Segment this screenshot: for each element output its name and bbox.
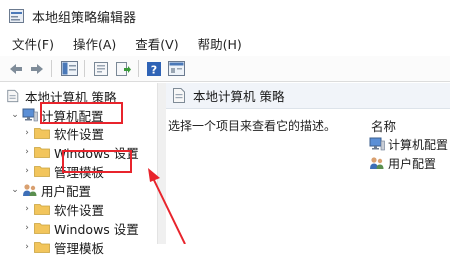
- list-item-label: 计算机配置: [388, 137, 449, 152]
- window-title: 本地组策略编辑器: [32, 11, 137, 26]
- chevron-right-icon[interactable]: ›: [22, 204, 32, 214]
- computer-icon: [22, 108, 38, 122]
- chevron-right-icon[interactable]: ›: [22, 128, 32, 138]
- menu-bar: 文件(F) 操作(A) 查看(V) 帮助(H): [0, 34, 450, 56]
- svg-text:?: ?: [151, 63, 157, 76]
- list-item-label: 用户配置: [388, 156, 437, 171]
- view-icon[interactable]: [166, 59, 186, 78]
- users-icon: [370, 157, 384, 169]
- folder-icon: [34, 166, 50, 177]
- menu-help[interactable]: 帮助(H): [195, 34, 245, 56]
- forward-icon[interactable]: [27, 59, 47, 78]
- tree-item-user-software-settings[interactable]: › 软件设置: [22, 199, 104, 219]
- details-pane: 本地计算机 策略 选择一个项目来查看它的描述。 名称 计算机配置 用户配置: [166, 83, 450, 244]
- menu-file[interactable]: 文件(F): [9, 34, 57, 56]
- chevron-down-icon[interactable]: ⌄: [10, 110, 20, 120]
- folder-icon: [34, 242, 50, 253]
- toolbar: ?: [0, 56, 450, 82]
- document-icon: [173, 88, 185, 103]
- tree-label-user-admin-templates: 管理模板: [54, 240, 105, 256]
- folder-icon: [34, 128, 50, 139]
- help-icon[interactable]: ?: [144, 59, 164, 78]
- annotation-arrow-icon: [148, 168, 186, 244]
- tree-label-user-windows-settings: Windows 设置: [54, 221, 139, 237]
- tree-label-user-software-settings: 软件设置: [54, 202, 105, 218]
- chevron-right-icon[interactable]: ›: [22, 166, 32, 176]
- tree-label-user-config: 用户配置: [41, 183, 92, 199]
- menu-view[interactable]: 查看(V): [132, 34, 181, 56]
- column-header-name[interactable]: 名称: [371, 116, 396, 135]
- document-icon: [7, 89, 19, 103]
- users-icon: [23, 184, 37, 196]
- export-icon[interactable]: [113, 59, 133, 78]
- tree-item-user-admin-templates[interactable]: › 管理模板: [22, 237, 104, 257]
- tree-item-software-settings[interactable]: › 软件设置: [22, 123, 104, 143]
- properties-icon[interactable]: [91, 59, 111, 78]
- app-icon: [9, 9, 24, 23]
- tree-item-user-windows-settings[interactable]: › Windows 设置: [22, 218, 139, 238]
- list-item-computer-config[interactable]: 计算机配置: [369, 135, 448, 153]
- folder-icon: [34, 223, 50, 234]
- folder-icon: [34, 204, 50, 215]
- list-item-user-config[interactable]: 用户配置: [369, 154, 436, 172]
- highlight-box-computer-config: [40, 102, 123, 124]
- tree-label-software-settings: 软件设置: [54, 126, 105, 142]
- folder-icon: [34, 147, 50, 158]
- title-bar: 本地组策略编辑器: [0, 0, 450, 32]
- description-text: 选择一个项目来查看它的描述。: [168, 119, 337, 133]
- computer-icon: [369, 137, 385, 151]
- details-header: 本地计算机 策略: [166, 83, 450, 109]
- menu-action[interactable]: 操作(A): [70, 34, 119, 56]
- chevron-right-icon[interactable]: ›: [22, 223, 32, 233]
- chevron-down-icon[interactable]: ⌄: [10, 185, 20, 195]
- details-title: 本地计算机 策略: [193, 89, 285, 104]
- highlight-box-admin-templates: [62, 150, 132, 173]
- chevron-right-icon[interactable]: ›: [22, 147, 32, 157]
- show-tree-icon[interactable]: [59, 59, 79, 78]
- back-icon[interactable]: [6, 59, 26, 78]
- tree-item-user-config[interactable]: ⌄ 用户配置: [10, 180, 91, 200]
